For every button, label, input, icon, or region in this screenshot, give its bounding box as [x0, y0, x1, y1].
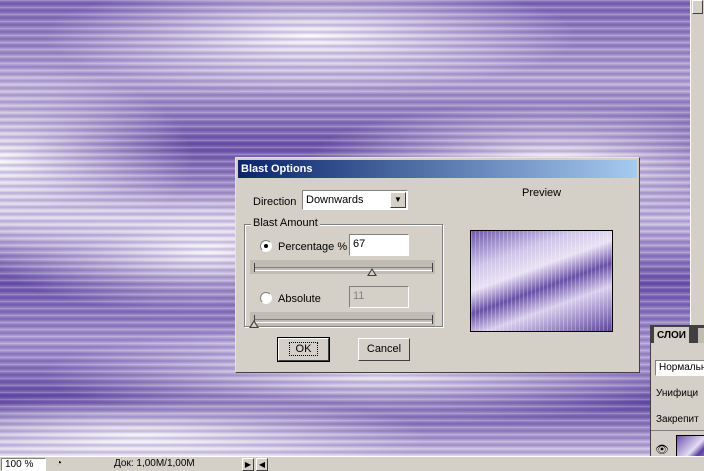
- slider-tick-left: [254, 263, 255, 272]
- ok-button-label: OK: [288, 342, 319, 356]
- blend-mode-select[interactable]: Нормальн: [655, 360, 704, 376]
- percentage-input[interactable]: 67: [349, 234, 409, 256]
- chevron-down-icon[interactable]: ▼: [390, 192, 406, 208]
- absolute-radio[interactable]: [260, 292, 272, 304]
- absolute-slider[interactable]: [249, 312, 435, 328]
- tab-layers[interactable]: СЛОИ: [654, 327, 689, 343]
- radio-selected-dot: [264, 244, 268, 248]
- slider-tick-right: [432, 263, 433, 272]
- status-bar: 100 % ◔ Док: 1,00M/1,00M ▶ ◀: [0, 456, 704, 471]
- direction-select[interactable]: Downwards ▼: [302, 190, 408, 210]
- scroll-up-button[interactable]: [692, 0, 703, 14]
- slider-handle[interactable]: [367, 268, 377, 276]
- lock-label: Закрепит: [656, 414, 699, 425]
- ok-button[interactable]: OK: [277, 337, 330, 362]
- layers-tab-row: СЛОИ: [651, 326, 704, 343]
- slider-tick-right: [432, 315, 433, 324]
- absolute-label[interactable]: Absolute: [278, 293, 321, 305]
- scroll-left-icon[interactable]: ◀: [256, 458, 268, 471]
- blast-amount-title: Blast Amount: [251, 217, 320, 229]
- tab-next[interactable]: [698, 328, 704, 343]
- play-arrow-icon[interactable]: ▶: [242, 458, 254, 471]
- percentage-slider[interactable]: [250, 260, 435, 276]
- blast-options-dialog: Blast Options Direction Downwards ▼ Blas…: [235, 157, 640, 373]
- direction-value: Downwards: [306, 194, 364, 206]
- zoom-field[interactable]: 100 %: [1, 458, 46, 471]
- slider-handle[interactable]: [249, 320, 259, 328]
- preview-label: Preview: [522, 187, 562, 199]
- absolute-input[interactable]: 11: [349, 286, 409, 308]
- percentage-radio[interactable]: [260, 240, 272, 252]
- unify-label: Унифици: [656, 388, 699, 399]
- dialog-title: Blast Options: [238, 160, 637, 178]
- slider-track-line: [254, 319, 433, 323]
- status-info-icon[interactable]: ◔: [52, 458, 66, 471]
- direction-label: Direction: [253, 196, 297, 208]
- slider-track-line: [254, 267, 433, 271]
- eye-icon[interactable]: 👁: [655, 443, 669, 456]
- preview-image: [470, 230, 613, 332]
- cancel-button[interactable]: Cancel: [358, 338, 410, 361]
- layers-panel: СЛОИ Нормальн Унифици Закрепит 👁: [650, 325, 704, 471]
- percentage-label[interactable]: Percentage %: [278, 241, 347, 253]
